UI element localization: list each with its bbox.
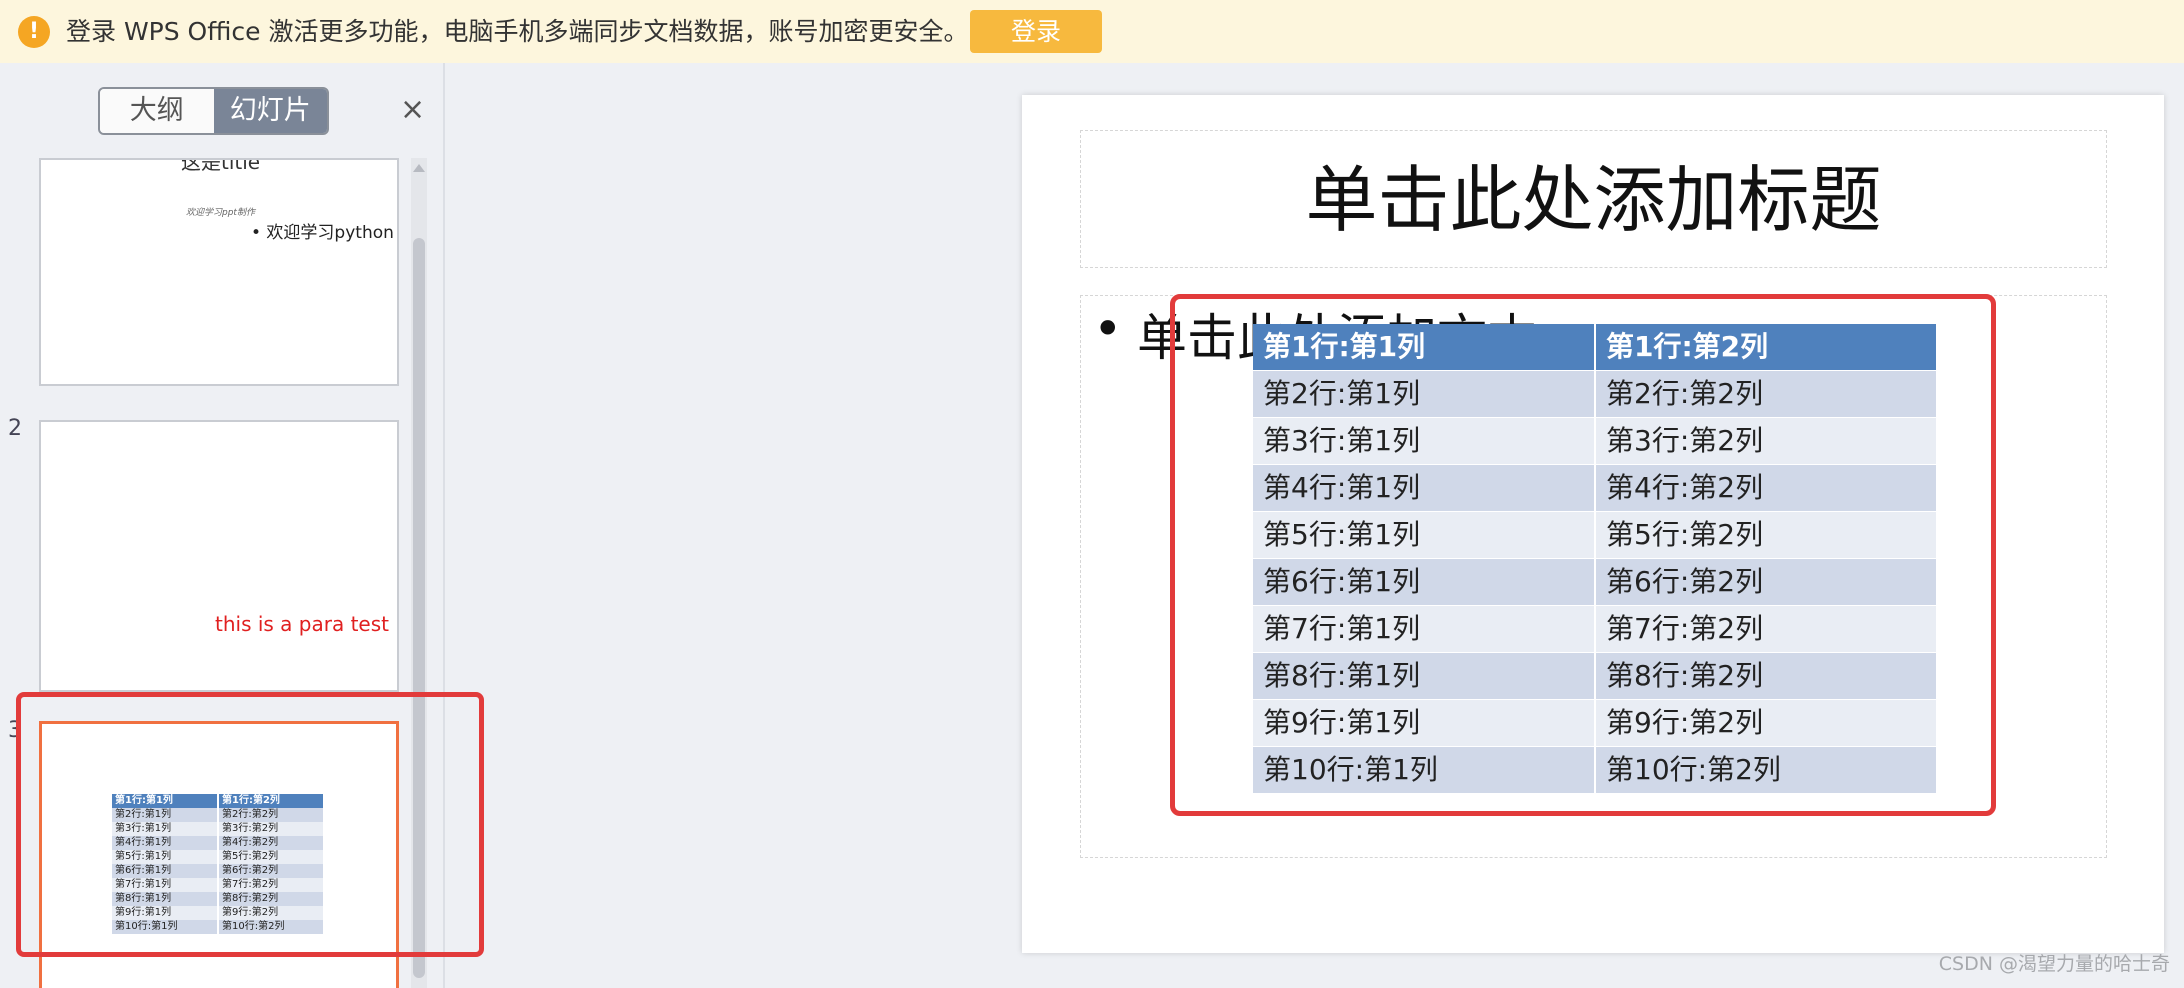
tab-slides[interactable]: 幻灯片 — [213, 89, 327, 133]
scroll-up-icon[interactable] — [413, 164, 425, 172]
title-placeholder[interactable]: 单击此处添加标题 — [1080, 130, 2107, 268]
login-banner: ! 登录 WPS Office 激活更多功能，电脑手机多端同步文档数据，账号加密… — [0, 0, 2184, 63]
slide-thumbnail-2[interactable]: this is a para test — [39, 420, 399, 692]
thumb-bullet: • 欢迎学习python — [251, 223, 394, 243]
watermark: CSDN @渴望力量的哈士奇 — [1938, 953, 2170, 975]
tab-outline[interactable]: 大纲 — [100, 89, 214, 133]
body-bullet: • — [1093, 300, 1123, 358]
slide-title: 单击此处添加标题 — [1305, 158, 1882, 242]
banner-message: 登录 WPS Office 激活更多功能，电脑手机多端同步文档数据，账号加密更安… — [66, 17, 969, 46]
warning-icon: ! — [18, 16, 50, 48]
slide-number-2: 2 — [8, 416, 22, 441]
login-button[interactable]: 登录 — [970, 10, 1102, 53]
annotation-box-left — [16, 692, 484, 957]
thumb-para-text: this is a para test — [215, 612, 389, 636]
thumb-small-text: 欢迎学习ppt制作 — [186, 208, 255, 218]
thumb-title: 这是title — [181, 158, 261, 174]
close-icon[interactable]: × — [400, 93, 425, 127]
slide-thumbnail-1[interactable]: 这是title 欢迎学习ppt制作 • 欢迎学习python — [39, 158, 399, 386]
annotation-box-right — [1170, 294, 1996, 816]
view-toggle: 大纲 幻灯片 — [98, 87, 329, 135]
